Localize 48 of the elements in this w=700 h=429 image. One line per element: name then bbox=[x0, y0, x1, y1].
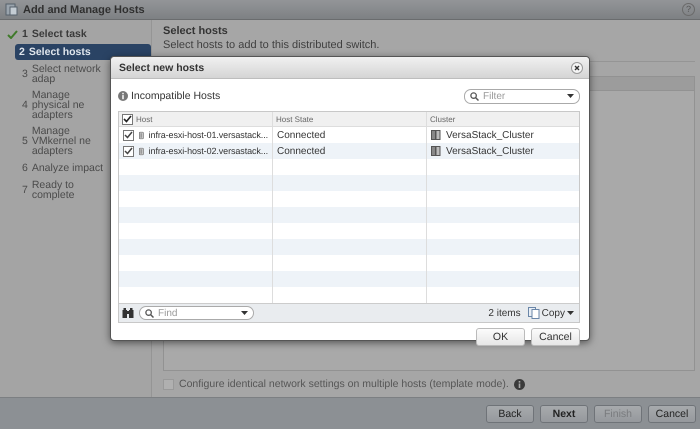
search-icon bbox=[470, 92, 479, 100]
page-subtitle: Select hosts to add to this distributed switch. bbox=[163, 39, 380, 51]
close-icon[interactable] bbox=[571, 62, 583, 74]
table-cell: Connected bbox=[277, 146, 326, 156]
filter-input[interactable]: Filter bbox=[483, 90, 563, 102]
cluster-icon bbox=[431, 146, 441, 156]
wizard-step[interactable]: 2 Select hosts bbox=[15, 44, 151, 60]
dialog-button[interactable]: Cancel bbox=[531, 328, 580, 346]
search-icon bbox=[145, 308, 154, 318]
check-icon bbox=[7, 30, 18, 38]
wizard-button[interactable]: Next bbox=[540, 404, 588, 422]
wizard-step[interactable]: 1 Select task bbox=[3, 26, 151, 42]
table-cell: infra-esxi-host-01.versastack... bbox=[148, 130, 268, 140]
info-icon bbox=[514, 378, 525, 390]
checkbox-label: Configure identical network settings on multiple hosts (template mode). bbox=[179, 378, 509, 390]
caret-icon bbox=[241, 311, 248, 315]
table-cell: VersaStack_Cluster bbox=[446, 146, 534, 156]
window-title: Add and Manage Hosts bbox=[23, 4, 145, 16]
wizard-button[interactable]: Cancel bbox=[648, 404, 696, 422]
binoculars-icon[interactable] bbox=[122, 308, 134, 318]
checkbox[interactable] bbox=[123, 130, 134, 140]
column-title: Host bbox=[136, 114, 152, 124]
table-cell: infra-esxi-host-02.versastack... bbox=[148, 146, 268, 156]
column-header[interactable]: Cluster bbox=[427, 112, 579, 126]
dialog-title: Select new hosts bbox=[119, 62, 204, 74]
copy-icon bbox=[528, 307, 540, 319]
server-icon bbox=[139, 130, 144, 140]
caret-icon bbox=[567, 94, 574, 98]
window-icon bbox=[5, 3, 18, 16]
server-icon bbox=[139, 146, 144, 156]
wizard-button[interactable]: Back bbox=[486, 404, 534, 422]
checkbox[interactable] bbox=[123, 146, 134, 156]
info-icon bbox=[118, 91, 128, 101]
find-field[interactable]: Find bbox=[139, 306, 254, 320]
column-header[interactable]: Host State bbox=[273, 112, 427, 126]
item-count: 2 items bbox=[488, 308, 521, 318]
copy-button[interactable]: Copy bbox=[526, 307, 576, 319]
incompatible-hosts-link[interactable]: Incompatible Hosts bbox=[131, 90, 220, 102]
find-input[interactable]: Find bbox=[158, 308, 237, 318]
page-title: Select hosts bbox=[163, 25, 229, 37]
filter-field[interactable]: Filter bbox=[464, 88, 580, 104]
dialog-button[interactable]: OK bbox=[476, 328, 525, 346]
checkbox[interactable] bbox=[122, 114, 133, 124]
cluster-icon bbox=[431, 130, 441, 140]
table-cell: VersaStack_Cluster bbox=[446, 130, 534, 140]
table-cell: Connected bbox=[277, 130, 326, 140]
column-header[interactable]: Host bbox=[119, 112, 273, 126]
caret-icon bbox=[567, 311, 574, 315]
